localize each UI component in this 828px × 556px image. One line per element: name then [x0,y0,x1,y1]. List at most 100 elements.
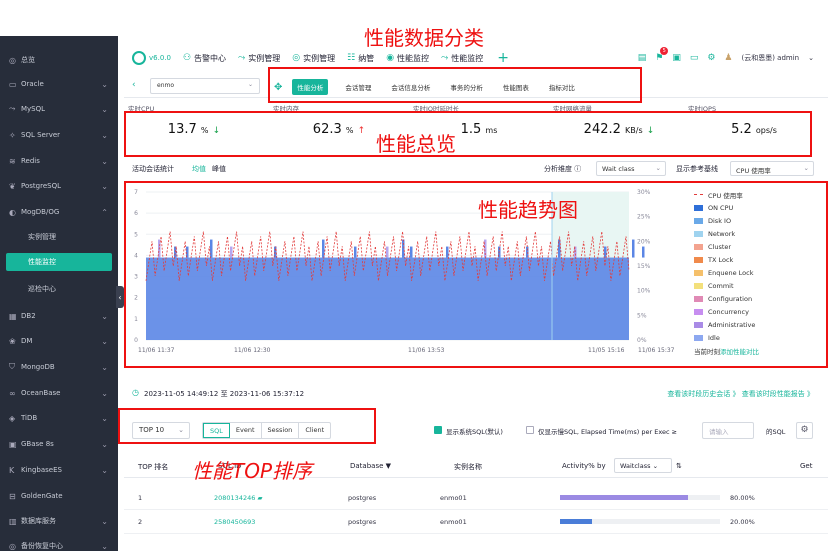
sidebar-sub-monitor[interactable]: 性能监控 [6,253,112,271]
kingbase-icon: K [9,465,15,475]
dimension-label: 分析维度 ⓘ [544,165,582,173]
info-icon: ⓘ [574,165,582,173]
db-service-icon: ▥ [9,516,17,526]
sqlserver-icon: ✧ [9,130,16,140]
nav-instance[interactable]: ⤳ 实例管理 [238,53,280,64]
sort-icon[interactable]: ⇅ [676,462,682,470]
topbar-right: ▤ ⚑ 5 ▣ ▭ ⚙ ♟ (云和恩墨) admin ⌄ [638,44,814,72]
annotation-category: 性能数据分类 [364,26,484,50]
chevron-down-icon: ⌄ [101,79,108,89]
chevron-down-icon: ⌄ [101,516,108,526]
back-icon[interactable]: ‹ [132,80,136,90]
sidebar-item-oceanbase[interactable]: ∞ OceanBase ⌄ [0,383,118,403]
db-select[interactable]: enmo ⌄ [150,78,260,94]
chevron-down-icon: ⌄ [101,181,108,191]
annotation-trend: 性能趋势图 [478,198,578,222]
sidebar-item-mongodb[interactable]: ⛉ MongoDB ⌄ [0,357,118,377]
chevron-down-icon: ⌄ [101,130,108,140]
chevron-down-icon: ⌄ [101,336,108,346]
ref-select[interactable]: CPU 使用率 ⌄ [730,161,814,176]
dimension-select[interactable]: Wait class ⌄ [596,161,666,176]
sidebar-item-postgresql[interactable]: ❦ PostgreSQL ⌄ [0,176,118,196]
top-highlight [118,408,376,444]
add-tab-button[interactable]: + [497,50,509,66]
mongodb-icon: ⛉ [9,362,15,371]
sidebar-item-mogdb[interactable]: ◐ MogDB/OG ⌃ [0,202,118,222]
sidebar-item-db2[interactable]: ▦ DB2 ⌄ [0,306,118,326]
chart-controls: 活动会话统计 均值 峰值 分析维度 ⓘ Wait class ⌄ 显示参考基线 C… [124,160,828,178]
logo: v6.0.0 [132,51,171,65]
clock-icon: ◷ [132,388,139,397]
screen-icon[interactable]: ▭ [690,53,699,63]
stats-label: 活动会话统计 [132,165,174,173]
logo-icon [132,51,146,65]
chevron-down-icon[interactable]: ⌄ [808,54,814,62]
system-sql-checkbox[interactable] [434,426,442,434]
chevron-down-icon: ⌄ [247,81,253,88]
dm-icon: ❀ [9,336,16,346]
nav-instance2[interactable]: ◎ 实例管理 [292,53,335,64]
sidebar-item-dm[interactable]: ❀ DM ⌄ [0,331,118,351]
chevron-down-icon: ⌄ [101,413,108,423]
clipboard-icon[interactable]: ▣ [672,53,681,63]
elapsed-input[interactable]: 请输入 [702,422,754,439]
instance-icon: ⤳ [238,53,246,63]
nav-monitor2[interactable]: ⤳ 性能监控 [441,53,483,64]
notification-icon[interactable]: ⚑ 5 [655,47,669,63]
filter-icon[interactable]: ▼ [386,462,391,470]
avatar[interactable]: ♟ [724,53,732,63]
sidebar-item-sqlserver[interactable]: ✧ SQL Server ⌄ [0,125,118,145]
history-links[interactable]: 查看该时段历史会话 》 查看该时段性能报告 》 [667,389,814,399]
sidebar-item-mysql[interactable]: ⤳ MySQL ⌄ [0,99,118,119]
table-row[interactable]: 1 2080134246 ▰ postgres enmo01 80.00% [124,486,828,510]
annotation-top: 性能TOP排序 [192,459,313,483]
sidebar-item-tidb[interactable]: ◈ TiDB ⌄ [0,408,118,428]
sidebar-item-kingbase[interactable]: K KingbaseES ⌄ [0,460,118,480]
sidebar-item-goldengate[interactable]: ⊟ GoldenGate [0,486,118,506]
sidebar-item-dbservice[interactable]: ▥ 数据库服务 ⌄ [0,511,118,531]
chevron-down-icon: ⌄ [101,362,108,372]
nav-monitor[interactable]: ◉ 性能监控 [386,53,429,64]
mogdb-icon: ◐ [9,207,16,217]
chevron-down-icon: ⌄ [101,439,108,449]
activity-bar [560,519,720,524]
slow-sql-checkbox[interactable] [526,426,534,434]
manage-icon: ☷ [347,53,356,63]
notification-badge: 5 [660,47,669,55]
user-name[interactable]: (云和恩墨) admin [742,53,800,63]
document-icon[interactable]: ▤ [638,53,647,63]
sidebar-sub-instance[interactable]: 实例管理 [0,228,118,246]
peak-toggle[interactable]: 峰值 [212,164,226,174]
table-row[interactable]: 2 2580450693 postgres enmo01 20.00% [124,510,828,534]
nav-manage[interactable]: ☷ 纳管 [347,53,374,64]
backup-icon: ◎ [9,541,16,551]
sidebar-sub-inspection[interactable]: 巡检中心 [0,280,118,298]
postgresql-icon: ❦ [9,181,16,191]
mysql-icon: ⤳ [9,104,16,113]
time-range: ◷ 2023-11-05 14:49:12 至 2023-11-06 15:37… [132,388,814,399]
alarm-icon: ⚇ [182,53,192,63]
chevron-down-icon: ⌄ [101,311,108,321]
dashboard-icon: ◎ [9,55,16,65]
sidebar-item-gbase[interactable]: ▣ GBase 8s ⌄ [0,434,118,454]
chevron-down-icon: ⌄ [652,462,659,470]
column-settings-icon[interactable]: ⚙ [796,422,813,439]
sidebar-collapse-button[interactable]: ‹ [116,286,124,308]
sidebar-item-oracle[interactable]: ▭ Oracle ⌄ [0,74,118,94]
activity-by-select[interactable]: Waitclass ⌄ [614,458,672,473]
chevron-down-icon: ⌄ [101,388,108,398]
sidebar-item-backup[interactable]: ◎ 备份恢复中心 ⌄ [0,536,118,556]
sidebar-item-overview[interactable]: ◎ 总览 [0,50,118,70]
annotation-overview: 性能总览 [376,132,456,156]
monitor2-icon: ⤳ [441,53,449,63]
instance2-icon: ◎ [292,53,301,63]
chevron-down-icon: ⌄ [101,156,108,166]
avg-toggle[interactable]: 均值 [192,164,206,174]
chevron-down-icon: ⌄ [101,104,108,114]
sidebar-item-redis[interactable]: ≋ Redis ⌄ [0,151,118,171]
monitor-icon: ◉ [386,53,395,63]
nav-alarm[interactable]: ⚇ 告警中心 [183,53,226,64]
redis-icon: ≋ [9,156,16,166]
comment-icon: ▰ [257,494,263,502]
settings-icon[interactable]: ⚙ [707,53,715,63]
